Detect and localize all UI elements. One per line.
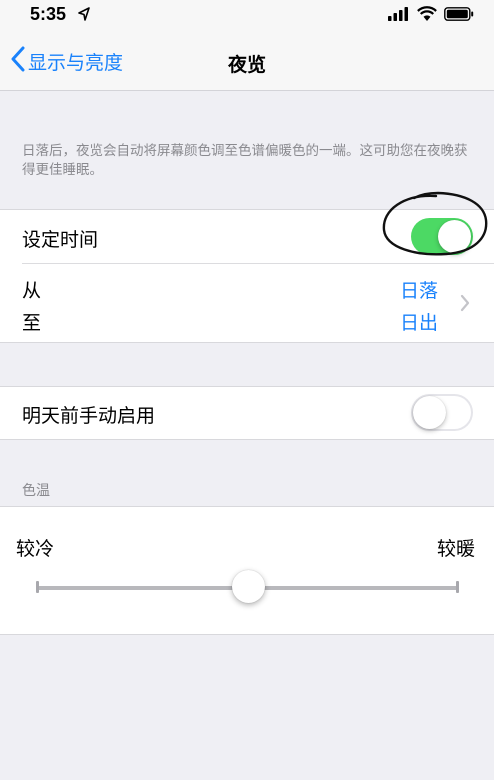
slider-thumb[interactable] bbox=[231, 570, 265, 603]
wifi-icon bbox=[417, 5, 437, 25]
slider-max-label: 较暖 bbox=[437, 538, 476, 560]
night-shift-description: 日落后，夜览会自动将屏幕颜色调至色谱偏暖色的一端。这可助您在夜晚获得更佳睡眠。 bbox=[22, 143, 468, 178]
slider-tick-max bbox=[456, 581, 459, 593]
manual-group: 明天前手动启用 bbox=[0, 386, 494, 440]
toggle-knob bbox=[438, 220, 471, 253]
manual-row: 明天前手动启用 bbox=[0, 387, 494, 439]
status-time: 5:35 bbox=[30, 4, 67, 24]
cellular-signal-icon bbox=[388, 6, 410, 25]
manual-enable-label: 明天前手动启用 bbox=[22, 405, 156, 427]
toggle-knob bbox=[413, 396, 446, 429]
from-value: 日落 bbox=[400, 280, 439, 302]
battery-icon bbox=[444, 6, 474, 25]
slider-tick-min bbox=[36, 581, 39, 593]
manual-enable-toggle[interactable] bbox=[411, 394, 473, 431]
navigation-bar: 显示与亮度 夜览 bbox=[0, 32, 494, 91]
color-temperature-header: 色温 bbox=[22, 483, 50, 499]
from-label: 从 bbox=[22, 280, 42, 302]
location-arrow-icon bbox=[78, 7, 90, 26]
schedule-group: 设定时间 从 至 日落 日出 bbox=[0, 209, 494, 343]
scheduled-label: 设定时间 bbox=[22, 229, 99, 251]
from-to-row[interactable]: 从 至 日落 日出 bbox=[0, 264, 494, 342]
scheduled-toggle[interactable] bbox=[411, 218, 473, 255]
to-value: 日出 bbox=[400, 312, 439, 334]
chevron-right-icon bbox=[460, 294, 470, 316]
slider-min-label: 较冷 bbox=[16, 538, 55, 560]
page-title: 夜览 bbox=[227, 54, 266, 76]
status-bar: 5:35 bbox=[0, 0, 494, 32]
scheduled-row: 设定时间 bbox=[0, 210, 494, 263]
to-label: 至 bbox=[22, 312, 42, 334]
